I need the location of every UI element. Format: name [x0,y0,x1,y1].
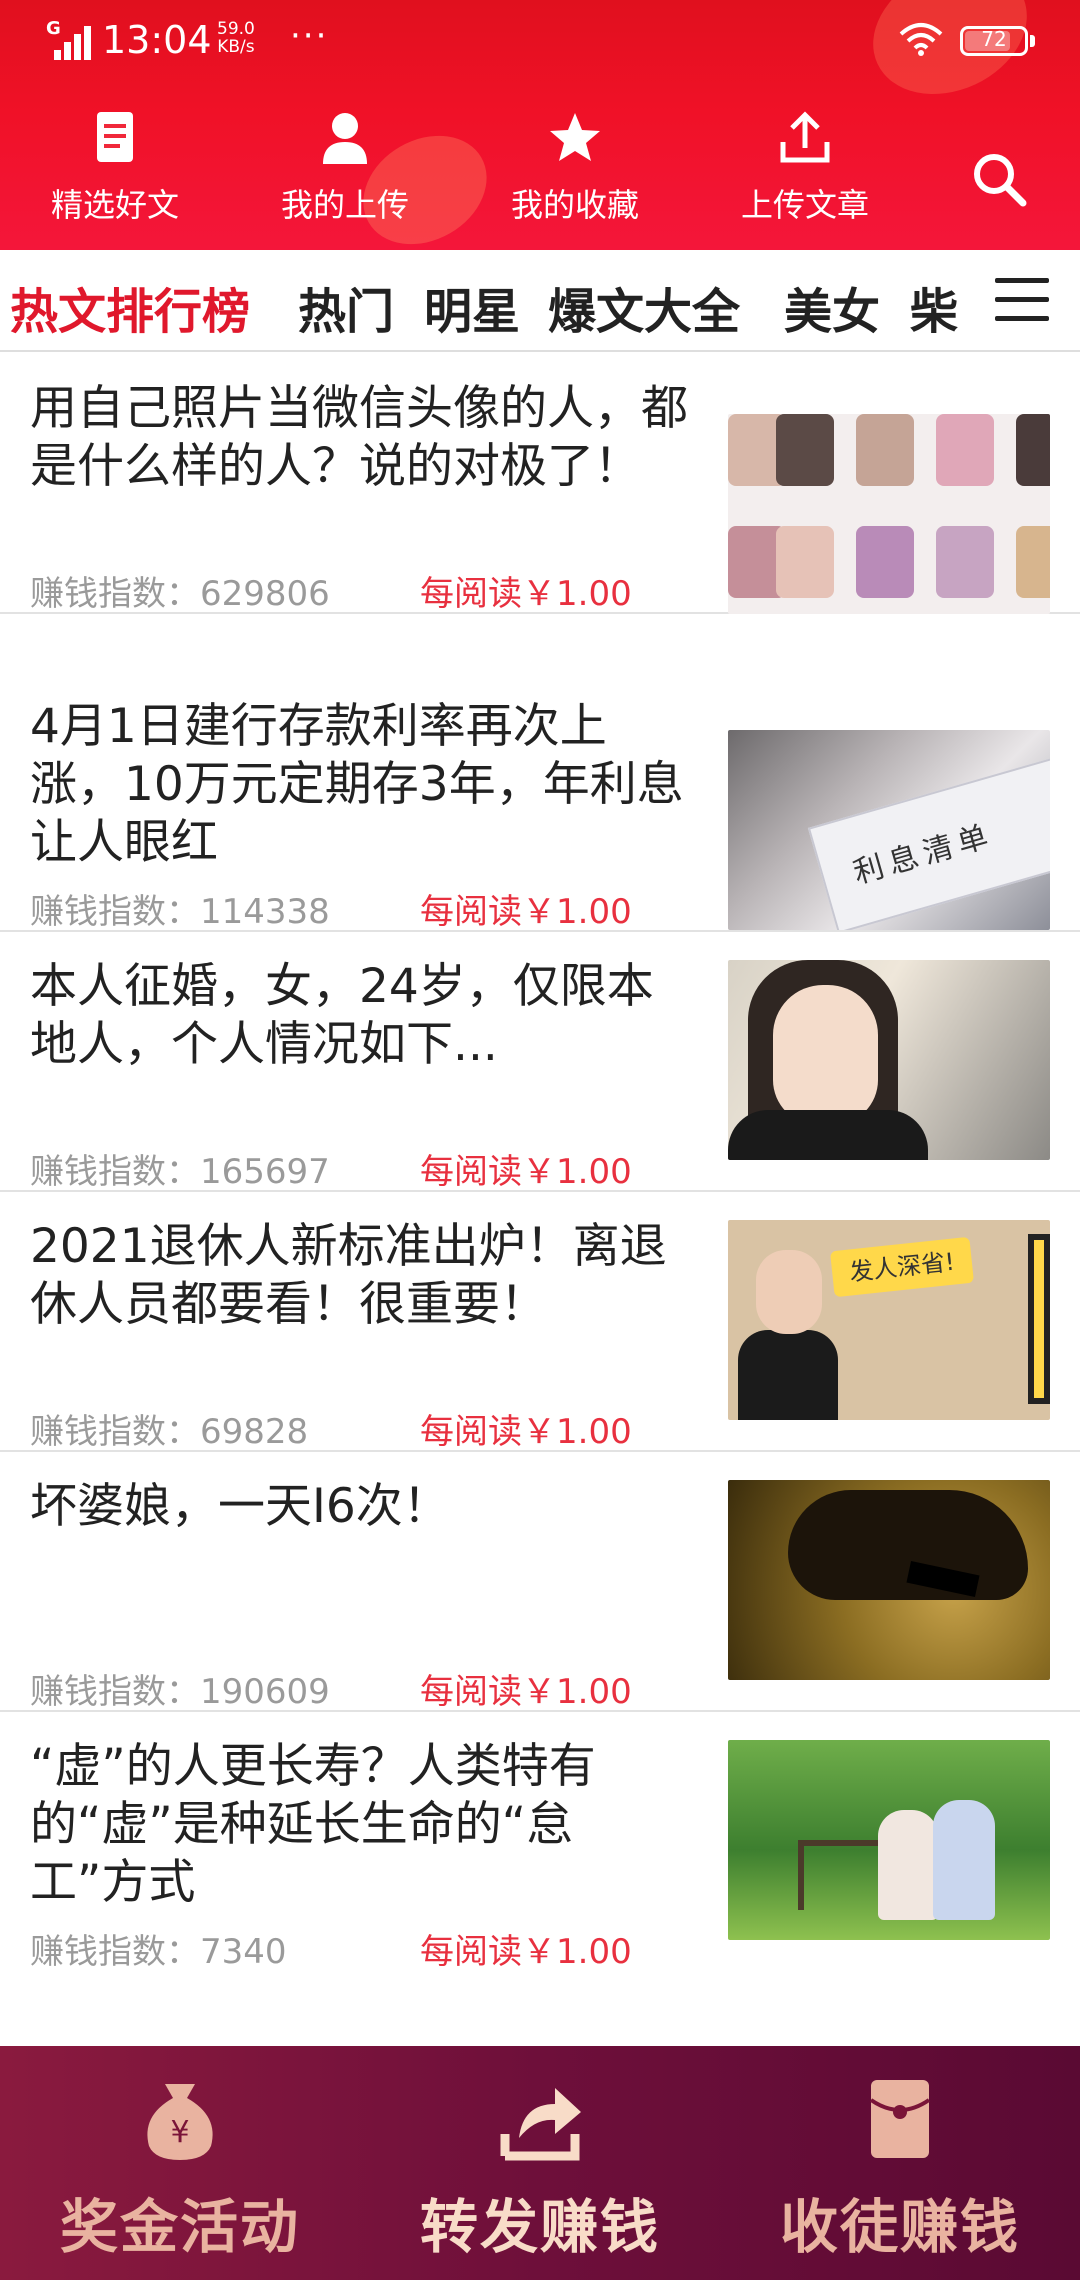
app-header: G 13:04 59.0 KB/s ··· 72 精选好文 我的上传 我的收藏 … [0,0,1080,250]
menu-icon[interactable] [995,278,1049,324]
nav-my-favorites[interactable]: 我的收藏 [475,110,675,226]
nav-label: 精选好文 [50,186,179,224]
nav-label: 上传文章 [740,186,869,224]
earn-index: 赚钱指数：190609 [30,1672,330,1712]
money-bag-icon: ¥ [147,2084,213,2160]
article-icon [97,112,133,162]
nav-my-uploads[interactable]: 我的上传 [245,110,445,226]
article-title: “虚”的人更长寿？人类特有的“虚”是种延长生命的“怠工”方式 [30,1739,596,1910]
tab-popular[interactable]: 热门 [298,272,394,342]
nav-featured-articles[interactable]: 精选好文 [15,110,215,226]
tab-partial[interactable]: 柴 [910,272,958,342]
upload-icon [780,111,830,163]
list-item[interactable]: 用自己照片当微信头像的人，都是什么样的人？说的对极了！ 赚钱指数：629806 … [0,354,1080,614]
status-time: 13:04 [102,18,212,62]
svg-text:¥: ¥ [170,2115,189,2150]
share-earn-button[interactable]: 转发赚钱 [380,2076,700,2264]
article-thumbnail [728,960,1050,1160]
top-nav: 精选好文 我的上传 我的收藏 上传文章 [0,110,1080,240]
tab-celebrity[interactable]: 明星 [424,272,520,342]
battery-icon: 72 [960,26,1028,56]
status-bar: G 13:04 59.0 KB/s ··· 72 [0,0,1080,90]
reward-per-read: 每阅读￥1.00 [420,892,632,932]
bottom-label: 转发赚钱 [419,2193,660,2261]
star-icon [550,113,600,161]
tabs-scroll: 热文排行榜 热门 明星 爆文大全 美女 柴 [0,250,965,350]
list-item[interactable]: 4月1日建行存款利率再次上涨，10万元定期存3年，年利息让人眼红 赚钱指数：11… [0,672,1080,932]
wifi-icon [899,23,943,56]
more-notifications-icon: ··· [290,16,329,56]
speed-unit: KB/s [217,37,255,57]
bottom-action-bar: ¥ 奖金活动 转发赚钱 收徒赚钱 [0,2046,1080,2280]
reward-per-read: 每阅读￥1.00 [420,1672,632,1712]
bottom-label: 奖金活动 [59,2193,300,2261]
thumbnail-tag: 发人深省! [829,1236,975,1298]
article-title: 用自己照片当微信头像的人，都是什么样的人？说的对极了！ [30,381,688,494]
list-item[interactable]: 2021退休人新标准出炉！离退休人员都要看！很重要！ 赚钱指数：69828 每阅… [0,1192,1080,1452]
user-icon [323,113,367,164]
battery-level: 72 [981,27,1007,51]
signal-icon: G [46,18,92,60]
reward-per-read: 每阅读￥1.00 [420,1932,632,1972]
search-icon[interactable] [970,150,1028,208]
reward-per-read: 每阅读￥1.00 [420,1412,632,1452]
article-thumbnail [728,414,1050,614]
earn-index: 赚钱指数：165697 [30,1152,330,1192]
bottom-label: 收徒赚钱 [779,2193,1020,2261]
article-thumbnail: 发人深省! [728,1220,1050,1420]
article-thumbnail [728,1740,1050,1940]
share-icon [500,2088,581,2161]
nav-label: 我的上传 [280,186,409,224]
reward-per-read: 每阅读￥1.00 [420,1152,632,1192]
article-thumbnail: 利息清单 [728,730,1050,930]
earn-index: 赚钱指数：629806 [30,574,330,614]
list-item[interactable]: 坏婆娘，一天I6次！ 赚钱指数：190609 每阅读￥1.00 [0,1452,1080,1712]
tab-hot-ranking[interactable]: 热文排行榜 [10,272,250,342]
recruit-earn-button[interactable]: 收徒赚钱 [740,2076,1060,2264]
article-title: 坏婆娘，一天I6次！ [30,1479,450,1534]
speed-value: 59.0 [217,19,255,39]
earn-index: 赚钱指数：114338 [30,892,330,932]
network-speed: 59.0 KB/s [217,20,255,56]
battery-tip [1030,35,1035,47]
article-thumbnail [728,1480,1050,1680]
red-envelope-icon [869,2080,931,2158]
bonus-activity-button[interactable]: ¥ 奖金活动 [20,2076,340,2264]
nav-label: 我的收藏 [510,186,639,224]
earn-index: 赚钱指数：7340 [30,1932,287,1972]
earn-index: 赚钱指数：69828 [30,1412,309,1452]
article-title: 2021退休人新标准出炉！离退休人员都要看！很重要！ [30,1219,667,1332]
category-tabs: 热文排行榜 热门 明星 爆文大全 美女 柴 [0,250,1080,352]
article-list: 用自己照片当微信头像的人，都是什么样的人？说的对极了！ 赚钱指数：629806 … [0,354,1080,2046]
tab-viral-articles[interactable]: 爆文大全 [548,272,740,342]
network-type: G [46,18,61,39]
article-title: 本人征婚，女，24岁，仅限本地人，个人情况如下... [30,959,654,1072]
reward-per-read: 每阅读￥1.00 [420,574,632,614]
tab-beauty[interactable]: 美女 [784,272,880,342]
receipt-image: 利息清单 [807,756,1050,930]
article-title: 4月1日建行存款利率再次上涨，10万元定期存3年，年利息让人眼红 [30,699,684,870]
nav-upload-article[interactable]: 上传文章 [705,110,905,226]
list-item[interactable]: “虚”的人更长寿？人类特有的“虚”是种延长生命的“怠工”方式 赚钱指数：7340… [0,1712,1080,1972]
list-item[interactable]: 本人征婚，女，24岁，仅限本地人，个人情况如下... 赚钱指数：165697 每… [0,932,1080,1192]
